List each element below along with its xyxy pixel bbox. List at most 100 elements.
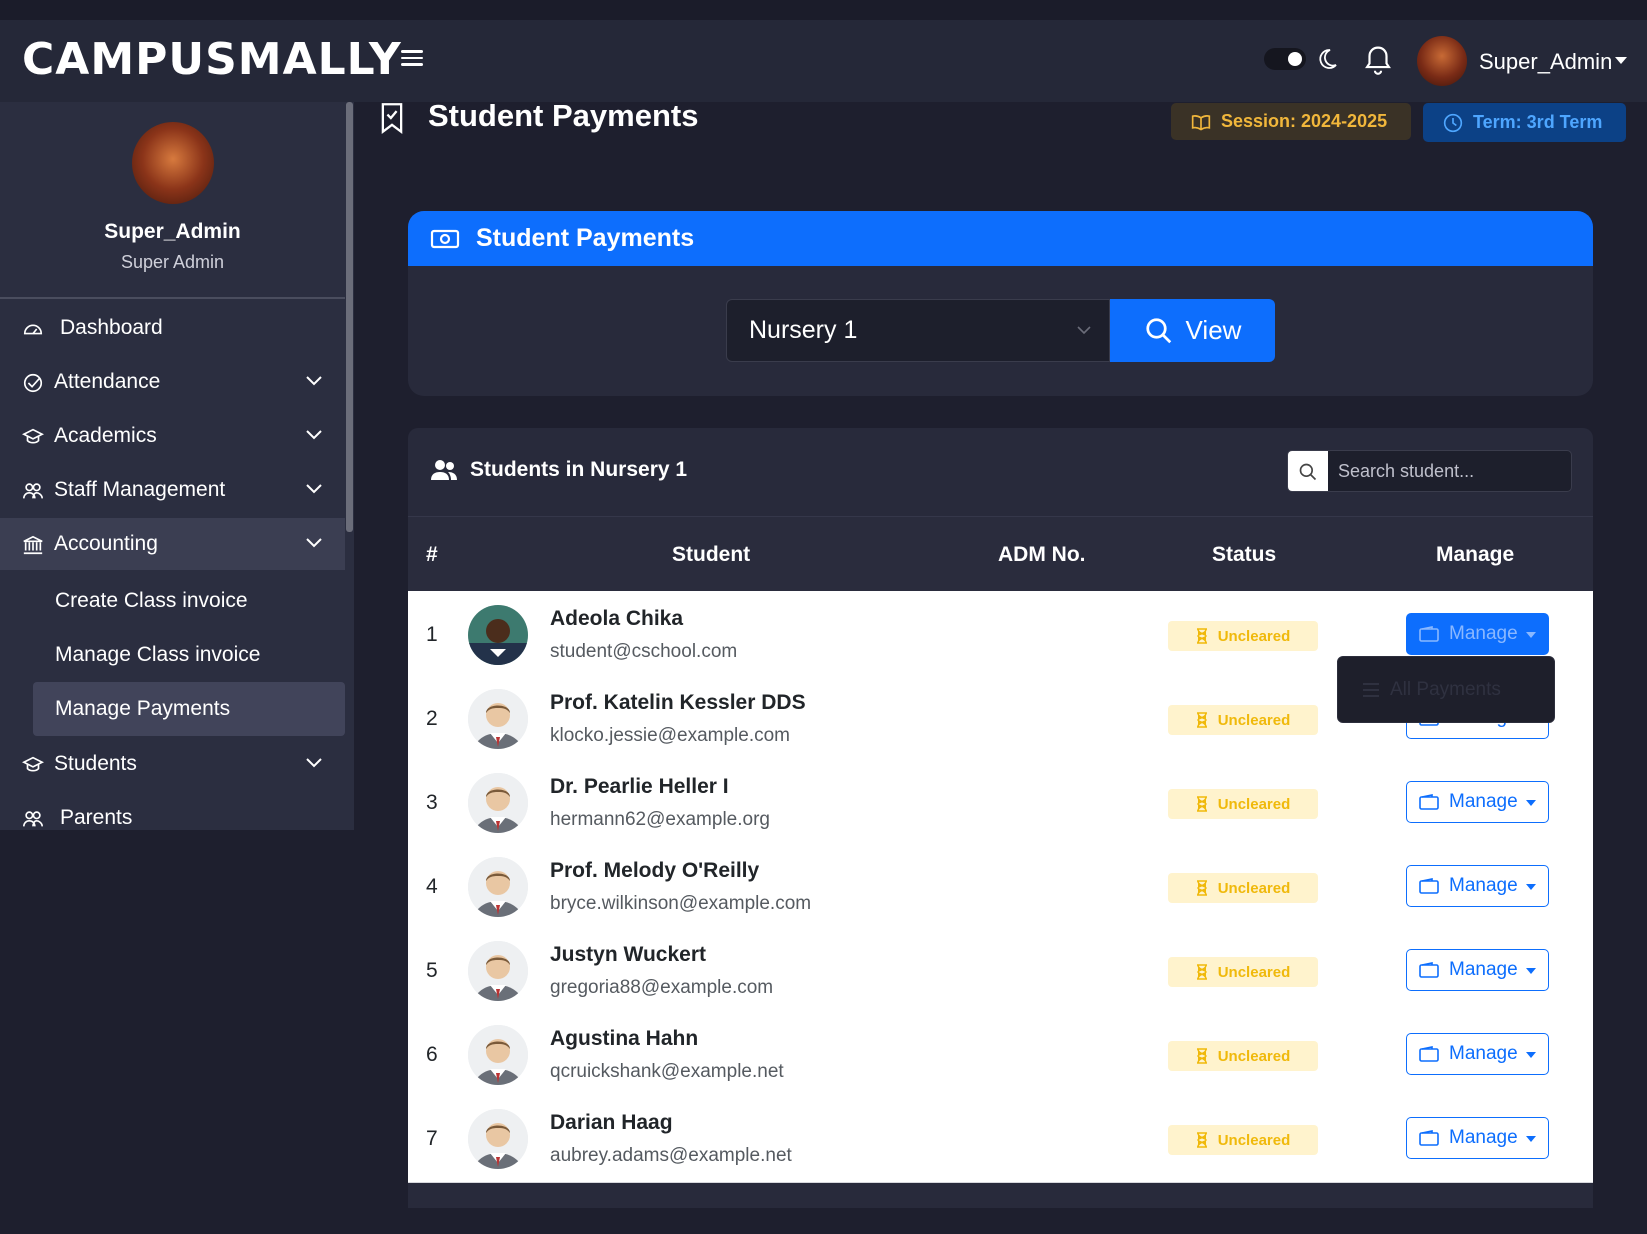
manage-button-label: Manage <box>1449 1043 1518 1064</box>
clock-icon <box>1443 113 1463 132</box>
manage-button-label: Manage <box>1449 875 1518 896</box>
manage-dropdown-menu[interactable]: All Payments <box>1337 656 1555 723</box>
people-fill-icon <box>431 460 457 480</box>
caret-down-icon <box>1526 884 1536 890</box>
status-badge-label: Uncleared <box>1217 627 1291 645</box>
table-header: # Student ADM No. Status Manage <box>408 516 1593 591</box>
chevron-down-icon <box>306 376 322 386</box>
status-badge: Uncleared <box>1168 705 1318 735</box>
caret-down-icon <box>1526 968 1536 974</box>
row-number: 4 <box>426 875 438 898</box>
user-avatar[interactable] <box>1417 36 1467 86</box>
class-select[interactable]: Nursery 1 <box>726 299 1110 362</box>
sidebar-item-label: Students <box>54 752 137 775</box>
sidebar-subitem-label: Manage Class invoice <box>55 643 261 666</box>
students-card-title-text: Students in Nursery 1 <box>470 458 688 481</box>
sidebar-subitem-manage-class-invoice[interactable]: Manage Class invoice <box>33 628 345 682</box>
cash-icon <box>430 229 460 248</box>
student-avatar <box>468 941 528 1001</box>
manage-button[interactable]: Manage <box>1406 1033 1549 1075</box>
student-name: Prof. Katelin Kessler DDS <box>550 691 806 714</box>
wallet-icon <box>1419 1130 1439 1146</box>
hourglass-icon <box>1196 712 1207 728</box>
dropdown-item-all-payments[interactable]: All Payments <box>1390 679 1501 701</box>
sidebar-item-parents[interactable]: Parents <box>0 792 345 830</box>
student-email: hermann62@example.org <box>550 809 770 830</box>
students-card: Students in Nursery 1 # Student ADM No. … <box>408 428 1593 1208</box>
session-badge-label: Session: 2024-2025 <box>1221 111 1388 131</box>
status-badge: Uncleared <box>1168 957 1318 987</box>
sidebar-item-label: Academics <box>54 424 157 447</box>
view-button[interactable]: View <box>1110 299 1275 362</box>
term-badge-label: Term: 3rd Term <box>1473 112 1603 132</box>
hourglass-icon <box>1196 964 1207 980</box>
term-badge: Term: 3rd Term <box>1423 103 1626 142</box>
student-name: Prof. Melody O'Reilly <box>550 859 760 882</box>
sidebar-item-label: Staff Management <box>54 478 226 501</box>
profile-avatar <box>132 122 214 204</box>
status-badge-label: Uncleared <box>1217 1047 1291 1065</box>
manage-button-label: Manage <box>1449 959 1518 980</box>
user-menu-name[interactable]: Super_Admin <box>1479 49 1612 75</box>
status-badge-label: Uncleared <box>1217 1131 1291 1149</box>
sidebar-subitem-create-class-invoice[interactable]: Create Class invoice <box>33 574 345 628</box>
sidebar-scrollbar[interactable] <box>346 102 353 532</box>
hamburger-menu-icon[interactable] <box>398 46 426 74</box>
table-row: 4 Prof. Melody O'Reilly bryce.wilkinson@ex… <box>408 843 1593 931</box>
status-badge: Uncleared <box>1168 1125 1318 1155</box>
manage-button[interactable]: Manage <box>1406 781 1549 823</box>
people-icon <box>23 483 43 499</box>
sidebar-item-label: Accounting <box>54 532 158 555</box>
sidebar-item-staff-management[interactable]: Staff Management <box>0 464 345 516</box>
sidebar-item-label: Dashboard <box>60 316 163 339</box>
student-search <box>1287 450 1572 492</box>
chevron-down-icon <box>1077 326 1091 335</box>
profile-name: Super_Admin <box>104 220 241 243</box>
sidebar-item-dashboard[interactable]: Dashboard <box>0 302 345 354</box>
status-badge-label: Uncleared <box>1217 879 1291 897</box>
status-badge: Uncleared <box>1168 789 1318 819</box>
sidebar-item-students[interactable]: Students <box>0 738 345 790</box>
status-badge: Uncleared <box>1168 873 1318 903</box>
wallet-icon <box>1419 626 1439 642</box>
chevron-down-icon <box>306 538 322 548</box>
theme-toggle[interactable] <box>1264 48 1306 70</box>
student-email: gregoria88@example.com <box>550 977 774 998</box>
page-title: Student Payments <box>428 98 699 133</box>
app-logo[interactable]: CAMPUSMALLY <box>22 34 402 85</box>
sidebar-subitem-label: Create Class invoice <box>55 589 248 612</box>
student-name: Dr. Pearlie Heller I <box>550 775 729 798</box>
bell-icon[interactable] <box>1363 44 1393 83</box>
speedometer-icon <box>23 324 43 335</box>
search-input[interactable] <box>1328 451 1571 491</box>
chevron-down-icon <box>306 758 322 768</box>
column-header: Student <box>672 543 751 566</box>
moon-icon[interactable] <box>1315 46 1339 77</box>
sidebar: Super_Admin Super Admin Dashboard Attend… <box>0 102 354 830</box>
chevron-down-icon <box>306 484 322 494</box>
manage-button[interactable]: Manage <box>1406 949 1549 991</box>
sidebar-item-academics[interactable]: Academics <box>0 410 345 462</box>
sidebar-item-attendance[interactable]: Attendance <box>0 356 345 408</box>
sidebar-profile: Super_Admin Super Admin <box>0 102 345 299</box>
sidebar-subitem-manage-payments[interactable]: Manage Payments <box>33 682 345 736</box>
people-icon <box>23 811 43 827</box>
caret-down-icon <box>1526 1052 1536 1058</box>
graduation-cap-icon <box>22 428 44 444</box>
wallet-icon <box>1419 1046 1439 1062</box>
manage-button[interactable]: Manage <box>1406 1117 1549 1159</box>
sidebar-item-accounting[interactable]: Accounting <box>0 518 345 570</box>
student-email: klocko.jessie@example.com <box>550 725 790 746</box>
wallet-icon <box>1419 794 1439 810</box>
manage-button[interactable]: Manage <box>1406 613 1549 655</box>
status-badge: Uncleared <box>1168 621 1318 651</box>
wallet-icon <box>1419 962 1439 978</box>
students-card-title: Students in Nursery 1 <box>430 458 687 482</box>
sidebar-item-label: Attendance <box>54 370 161 393</box>
search-icon[interactable] <box>1288 451 1328 491</box>
book-icon <box>1191 114 1211 131</box>
caret-down-icon[interactable] <box>1615 57 1627 64</box>
manage-button[interactable]: Manage <box>1406 865 1549 907</box>
caret-down-icon <box>1526 1136 1536 1142</box>
student-name: Justyn Wuckert <box>550 943 706 966</box>
